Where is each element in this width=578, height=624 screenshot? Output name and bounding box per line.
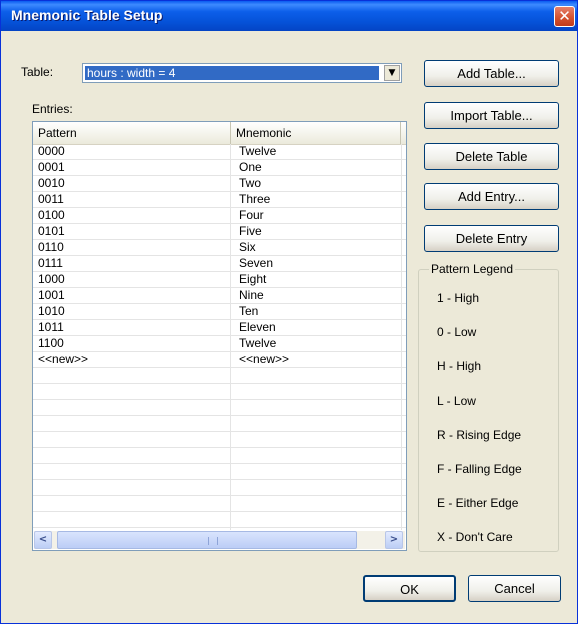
table-row[interactable] [33,464,406,480]
grip-icon [208,537,218,545]
pattern-cell[interactable]: 1100 [38,336,64,352]
pattern-cell[interactable]: 0001 [38,160,65,176]
legend-item: L - Low [437,394,476,408]
import-table-button[interactable]: Import Table... [424,102,559,129]
table-row[interactable]: 0111 Seven [33,256,406,272]
column-header-pattern[interactable]: Pattern [33,122,231,144]
legend-item: H - High [437,359,482,373]
mnemonic-cell[interactable]: Twelve [239,144,276,160]
scroll-left-icon[interactable]: < [34,531,52,549]
pattern-cell[interactable]: 1001 [38,288,65,304]
mnemonic-cell[interactable]: One [239,160,262,176]
table-row[interactable]: 0110 Six [33,240,406,256]
column-header-mnemonic[interactable]: Mnemonic [231,122,401,144]
legend-item: R - Rising Edge [437,428,522,442]
table-row[interactable]: 1000 Eight [33,272,406,288]
table-dropdown[interactable]: hours : width = 4 ▼ [82,63,402,83]
table-row[interactable] [33,480,406,496]
pattern-cell[interactable]: 1000 [38,272,65,288]
mnemonic-cell[interactable]: Twelve [239,336,276,352]
table-row[interactable] [33,416,406,432]
horizontal-scrollbar[interactable]: < > [34,531,405,549]
window-title: Mnemonic Table Setup [11,7,163,23]
table-row[interactable]: <<new>> <<new>> [33,352,406,368]
ok-button[interactable]: OK [363,575,456,602]
table-row[interactable]: 1010 Ten [33,304,406,320]
legend-item: F - Falling Edge [437,462,522,476]
mnemonic-cell[interactable]: Two [239,176,261,192]
scroll-right-icon[interactable]: > [385,531,403,549]
add-entry-button[interactable]: Add Entry... [424,183,559,210]
mnemonic-cell[interactable]: Nine [239,288,264,304]
table-row[interactable]: 0011 Three [33,192,406,208]
dialog-window: Mnemonic Table Setup ✕ Table: hours : wi… [0,0,578,624]
mnemonic-cell[interactable]: Five [239,224,262,240]
table-row[interactable]: 1100 Twelve [33,336,406,352]
delete-entry-button[interactable]: Delete Entry [424,225,559,252]
table-dropdown-value: hours : width = 4 [85,66,379,80]
table-row[interactable]: 0000 Twelve [33,144,406,160]
legend-item: 1 - High [437,291,480,305]
legend-item: 0 - Low [437,325,477,339]
mnemonic-cell[interactable]: Six [239,240,256,256]
pattern-cell[interactable]: 1010 [38,304,65,320]
scrollbar-thumb[interactable] [57,531,357,549]
table-row[interactable] [33,432,406,448]
mnemonic-cell[interactable]: Four [239,208,264,224]
table-row[interactable]: 0010 Two [33,176,406,192]
mnemonic-cell[interactable]: Eight [239,272,266,288]
table-row[interactable] [33,448,406,464]
table-row[interactable]: 0100 Four [33,208,406,224]
mnemonic-cell[interactable]: <<new>> [239,352,289,368]
table-header: Pattern Mnemonic [33,122,406,145]
pattern-legend-title: Pattern Legend [429,262,516,276]
add-table-button[interactable]: Add Table... [424,60,559,87]
cancel-button[interactable]: Cancel [468,575,561,602]
table-row[interactable] [33,512,406,528]
close-icon[interactable]: ✕ [554,6,575,27]
table-row[interactable]: 1011 Eleven [33,320,406,336]
mnemonic-cell[interactable]: Seven [239,256,273,272]
table-row[interactable]: 1001 Nine [33,288,406,304]
table-row[interactable] [33,384,406,400]
pattern-cell[interactable]: 0011 [38,192,64,208]
entries-label: Entries: [32,102,73,116]
delete-table-button[interactable]: Delete Table [424,143,559,170]
table-row[interactable] [33,400,406,416]
pattern-cell[interactable]: 0010 [38,176,65,192]
mnemonic-cell[interactable]: Ten [239,304,258,320]
pattern-cell[interactable]: 0111 [38,256,63,272]
pattern-cell[interactable]: <<new>> [38,352,88,368]
pattern-cell[interactable]: 0000 [38,144,65,160]
entries-table[interactable]: Pattern Mnemonic 0000 Twelve 0001 One 0010 Tw… [32,121,407,551]
title-bar[interactable]: Mnemonic Table Setup ✕ [1,1,577,31]
pattern-cell[interactable]: 0100 [38,208,65,224]
table-row[interactable]: 0001 One [33,160,406,176]
table-row[interactable] [33,368,406,384]
mnemonic-cell[interactable]: Eleven [239,320,276,336]
pattern-cell[interactable]: 1011 [38,320,64,336]
pattern-cell[interactable]: 0110 [38,240,64,256]
table-row[interactable]: 0101 Five [33,224,406,240]
legend-item: E - Either Edge [437,496,519,510]
pattern-cell[interactable]: 0101 [38,224,65,240]
legend-item: X - Don't Care [437,530,513,544]
chevron-down-icon[interactable]: ▼ [384,65,400,81]
table-row[interactable] [33,496,406,512]
table-label: Table: [21,65,54,79]
mnemonic-cell[interactable]: Three [239,192,270,208]
